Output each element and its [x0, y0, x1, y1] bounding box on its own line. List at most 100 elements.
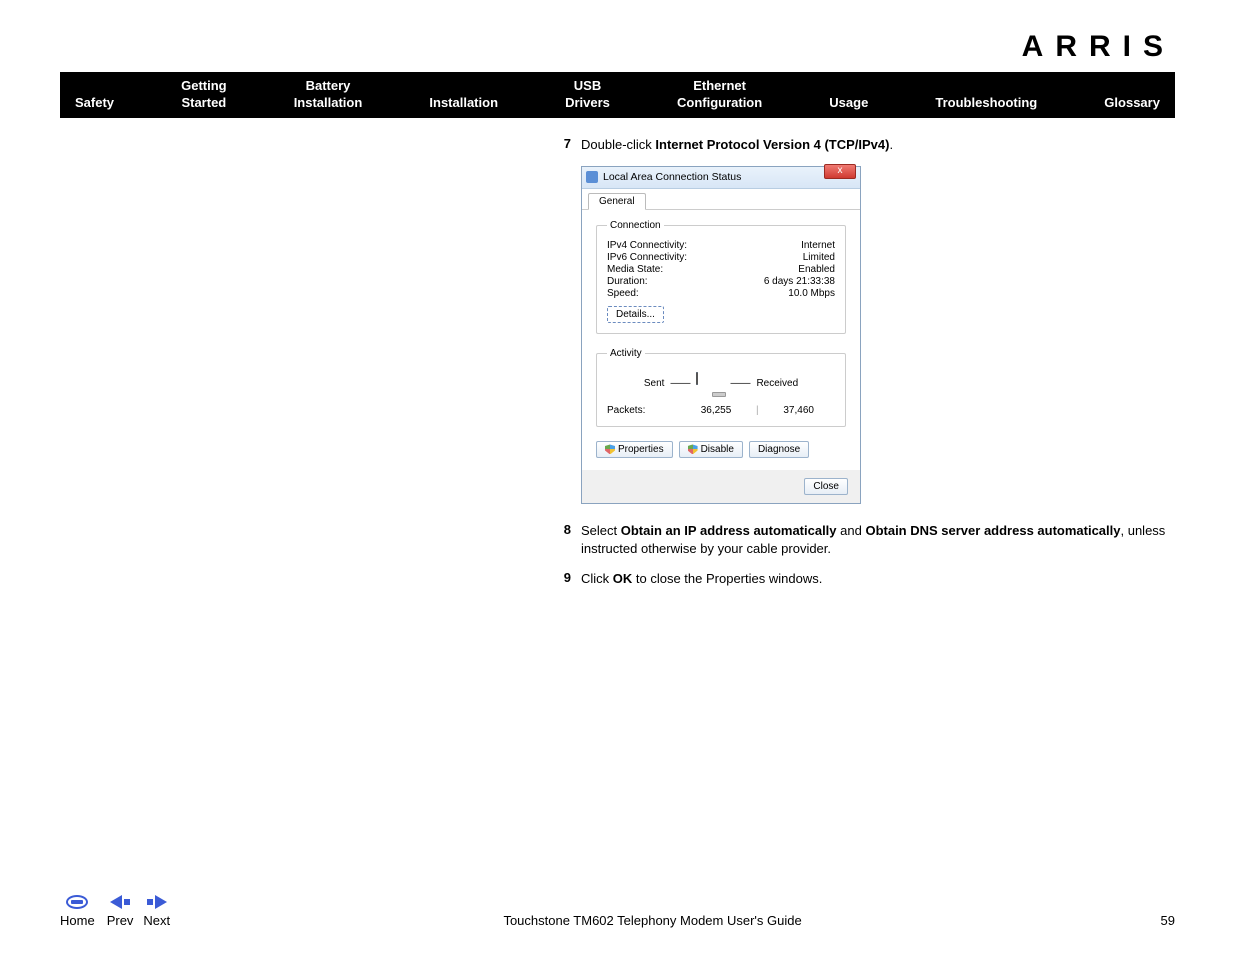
page-number: 59	[1135, 913, 1175, 928]
button-label: Properties	[618, 444, 664, 455]
nav-ethernet-config[interactable]: Ethernet Configuration	[677, 78, 762, 112]
text: and	[837, 523, 866, 538]
step-text: Select Obtain an IP address automaticall…	[581, 522, 1175, 558]
nav-installation[interactable]: Installation	[429, 78, 498, 112]
text: to close the Properties windows.	[632, 571, 822, 586]
nav-usage[interactable]: Usage	[829, 78, 868, 112]
home-link[interactable]: Home	[60, 893, 95, 928]
step-number: 9	[555, 570, 581, 588]
packets-received-value: 37,460	[762, 405, 835, 416]
details-button[interactable]: Details...	[607, 306, 664, 323]
value: 6 days 21:33:38	[764, 276, 835, 287]
nav-label: Getting	[181, 78, 227, 93]
label: Media State:	[607, 264, 663, 275]
label: IPv6 Connectivity:	[607, 252, 687, 263]
dialog-title: Local Area Connection Status	[603, 171, 856, 183]
sent-label: Sent	[644, 378, 665, 389]
value: Internet	[801, 240, 835, 251]
arrow-left-icon	[110, 895, 122, 909]
text-bold: Internet Protocol Version 4 (TCP/IPv4)	[655, 137, 889, 152]
footer-label: Next	[143, 913, 170, 928]
step-8: 8 Select Obtain an IP address automatica…	[555, 522, 1175, 558]
footer-label: Home	[60, 913, 95, 928]
activity-fieldset: Activity Sent —— —— Received Packets: 36…	[596, 348, 846, 427]
label: Duration:	[607, 276, 648, 287]
nav-glossary[interactable]: Glossary	[1104, 78, 1160, 112]
document-title: Touchstone TM602 Telephony Modem User's …	[170, 913, 1135, 928]
nav-troubleshooting[interactable]: Troubleshooting	[935, 78, 1037, 112]
packets-sent-value: 36,255	[680, 405, 753, 416]
footer-nav: Home Prev Next	[60, 893, 170, 928]
nav-safety[interactable]: Safety	[75, 78, 114, 112]
text: Double-click	[581, 137, 655, 152]
footer-label: Prev	[107, 913, 134, 928]
label: Speed:	[607, 288, 639, 299]
nav-label: Configuration	[677, 95, 762, 110]
nav-label: Battery	[306, 78, 351, 93]
step-number: 7	[555, 136, 581, 154]
nav-usb-drivers[interactable]: USB Drivers	[565, 78, 610, 112]
nav-label: Started	[181, 95, 226, 110]
nav-label: Installation	[294, 95, 363, 110]
prev-link[interactable]: Prev	[107, 893, 134, 928]
step-text: Click OK to close the Properties windows…	[581, 570, 1175, 588]
action-buttons: Properties Disable Diagnose	[596, 441, 846, 458]
shield-icon	[605, 444, 615, 454]
text-bold: Obtain an IP address automatically	[621, 523, 837, 538]
nav-label: Safety	[75, 95, 114, 110]
close-button[interactable]: Close	[804, 478, 848, 495]
nav-label: Glossary	[1104, 95, 1160, 110]
text: Select	[581, 523, 621, 538]
step-text: Double-click Internet Protocol Version 4…	[581, 136, 1175, 154]
text-bold: OK	[613, 571, 633, 586]
nav-label: Drivers	[565, 95, 610, 110]
properties-button[interactable]: Properties	[596, 441, 673, 458]
connection-status-dialog: Local Area Connection Status x General C…	[581, 166, 861, 504]
button-label: Disable	[701, 444, 734, 455]
tab-general[interactable]: General	[588, 193, 646, 210]
dash-icon: ——	[670, 378, 690, 389]
text-bold: Obtain DNS server address automatically	[865, 523, 1120, 538]
nav-label: Usage	[829, 95, 868, 110]
nav-label: Ethernet	[693, 78, 746, 93]
value: Enabled	[798, 264, 835, 275]
arrow-stem	[124, 899, 130, 905]
dialog-titlebar: Local Area Connection Status x	[582, 167, 860, 189]
nav-getting-started[interactable]: Getting Started	[181, 78, 227, 112]
page-footer: Home Prev Next Touchstone TM602 Telephon…	[60, 893, 1175, 928]
value: Limited	[803, 252, 835, 263]
step-7: 7 Double-click Internet Protocol Version…	[555, 136, 1175, 154]
step-9: 9 Click OK to close the Properties windo…	[555, 570, 1175, 588]
text: Click	[581, 571, 613, 586]
nav-label: Troubleshooting	[935, 95, 1037, 110]
network-icon	[586, 171, 598, 183]
connection-fieldset: Connection IPv4 Connectivity: Internet IP…	[596, 220, 846, 334]
packets-label: Packets:	[607, 405, 680, 416]
step-number: 8	[555, 522, 581, 558]
shield-icon	[688, 444, 698, 454]
dialog-pane: Connection IPv4 Connectivity: Internet IP…	[582, 210, 860, 470]
arrow-stem	[147, 899, 153, 905]
dialog-footer: Close	[582, 470, 860, 503]
value: 10.0 Mbps	[788, 288, 835, 299]
nav-label: USB	[574, 78, 601, 93]
nav-battery-installation[interactable]: Battery Installation	[294, 78, 363, 112]
label: IPv4 Connectivity:	[607, 240, 687, 251]
monitor-icon	[696, 373, 724, 395]
content-area: 7 Double-click Internet Protocol Version…	[60, 118, 1175, 589]
fieldset-legend: Activity	[607, 348, 645, 359]
close-button[interactable]: x	[824, 164, 856, 179]
main-nav: Safety Getting Started Battery Installatio…	[60, 72, 1175, 118]
received-label: Received	[756, 378, 798, 389]
home-icon	[66, 895, 88, 909]
fieldset-legend: Connection	[607, 220, 664, 231]
disable-button[interactable]: Disable	[679, 441, 743, 458]
tab-row: General	[582, 189, 860, 210]
diagnose-button[interactable]: Diagnose	[749, 441, 809, 458]
arrow-right-icon	[155, 895, 167, 909]
next-link[interactable]: Next	[143, 893, 170, 928]
brand-logo: ARRIS	[60, 30, 1175, 64]
nav-label: Installation	[429, 95, 498, 110]
divider: |	[752, 405, 762, 416]
text: .	[889, 137, 893, 152]
